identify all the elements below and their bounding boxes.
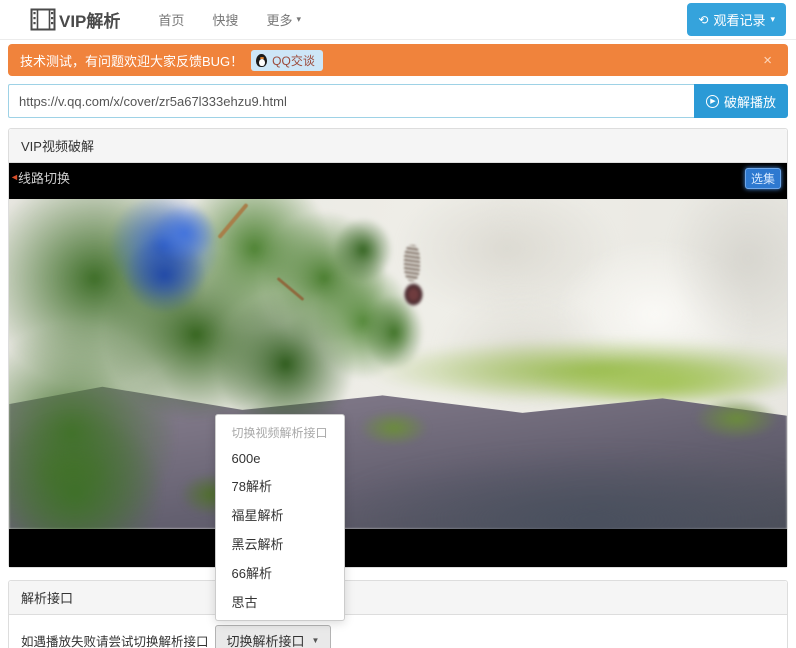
pond-blob (149, 202, 219, 265)
nav-item-more-label: 更多 (266, 10, 292, 29)
nav-item-home[interactable]: 首页 (144, 10, 198, 29)
qq-chat-badge[interactable]: QQ交谈 (251, 50, 323, 71)
caret-down-icon: ▾ (296, 14, 301, 25)
parser-menu-item-heiyun[interactable]: 黑云解析 (216, 529, 344, 558)
parser-menu-item-sigu[interactable]: 思古 (216, 587, 344, 616)
line-switch-label[interactable]: 线路切换 (18, 168, 70, 187)
brand-link[interactable]: VIP解析 (30, 7, 120, 32)
caret-down-icon: ▾ (770, 14, 775, 25)
brand-label: VIP解析 (59, 7, 120, 32)
scenery-blob (328, 212, 398, 288)
player-panel: VIP视频破解 ◄ 线路切换 选集 (8, 128, 788, 568)
watch-history-button[interactable]: ⟲ 观看记录 ▾ (687, 3, 786, 36)
close-icon[interactable]: × (759, 52, 776, 69)
crack-play-button[interactable]: ▶ 破解播放 (694, 84, 788, 118)
switch-parser-button[interactable]: 切换解析接口 ▼ (215, 625, 332, 648)
parse-panel-body: 如遇播放失败请尝试切换解析接口 切换解析接口 ▼ 切换视频解析接口 600e 7… (9, 615, 787, 648)
parser-menu-item-fuxing[interactable]: 福星解析 (216, 500, 344, 529)
nav-item-quick-search[interactable]: 快搜 (198, 10, 252, 29)
announcement-alert: 技术测试，有问题欢迎大家反馈BUG！ QQ交谈 × (8, 44, 788, 76)
film-icon (30, 8, 56, 31)
watch-history-label: 观看记录 (713, 10, 765, 29)
nav-item-home-label: 首页 (158, 10, 184, 29)
person-streak (404, 245, 420, 281)
scenery-blob (694, 397, 780, 440)
video-url-input[interactable] (8, 84, 694, 118)
qq-penguin-icon (256, 54, 267, 67)
parse-hint: 如遇播放失败请尝试切换解析接口 (21, 631, 209, 648)
switch-parser-label: 切换解析接口 (227, 631, 305, 648)
episodes-badge[interactable]: 选集 (745, 168, 781, 189)
play-icon: ▶ (706, 95, 719, 108)
player-panel-title: VIP视频破解 (9, 129, 787, 163)
parser-dropup: 切换解析接口 ▼ 切换视频解析接口 600e 78解析 福星解析 黑云解析 66… (215, 625, 332, 648)
parser-menu-item-78[interactable]: 78解析 (216, 471, 344, 500)
video-player[interactable]: ◄ 线路切换 选集 (9, 163, 787, 567)
navbar: VIP解析 首页 快搜 更多 ▾ ⟲ 观看记录 ▾ (0, 0, 796, 40)
nav-item-quick-search-label: 快搜 (212, 10, 238, 29)
person (403, 282, 424, 307)
crack-play-label: 破解播放 (724, 92, 776, 111)
parser-menu: 切换视频解析接口 600e 78解析 福星解析 黑云解析 66解析 思古 (215, 414, 345, 621)
parser-menu-item-66[interactable]: 66解析 (216, 558, 344, 587)
video-frame (9, 199, 787, 529)
parser-menu-item-600e[interactable]: 600e (216, 446, 344, 471)
qq-chat-label: QQ交谈 (272, 52, 315, 69)
parser-menu-header: 切换视频解析接口 (216, 419, 344, 446)
caret-down-icon: ▼ (312, 636, 320, 645)
nav-links: 首页 快搜 更多 ▾ (144, 10, 315, 29)
url-bar: ▶ 破解播放 (8, 84, 788, 118)
history-icon: ⟲ (698, 14, 708, 26)
nav-item-more[interactable]: 更多 ▾ (252, 10, 315, 29)
parse-panel-title: 解析接口 (9, 581, 787, 615)
parse-panel: 解析接口 如遇播放失败请尝试切换解析接口 切换解析接口 ▼ 切换视频解析接口 6… (8, 580, 788, 648)
alert-text: 技术测试，有问题欢迎大家反馈BUG！ (20, 51, 243, 70)
